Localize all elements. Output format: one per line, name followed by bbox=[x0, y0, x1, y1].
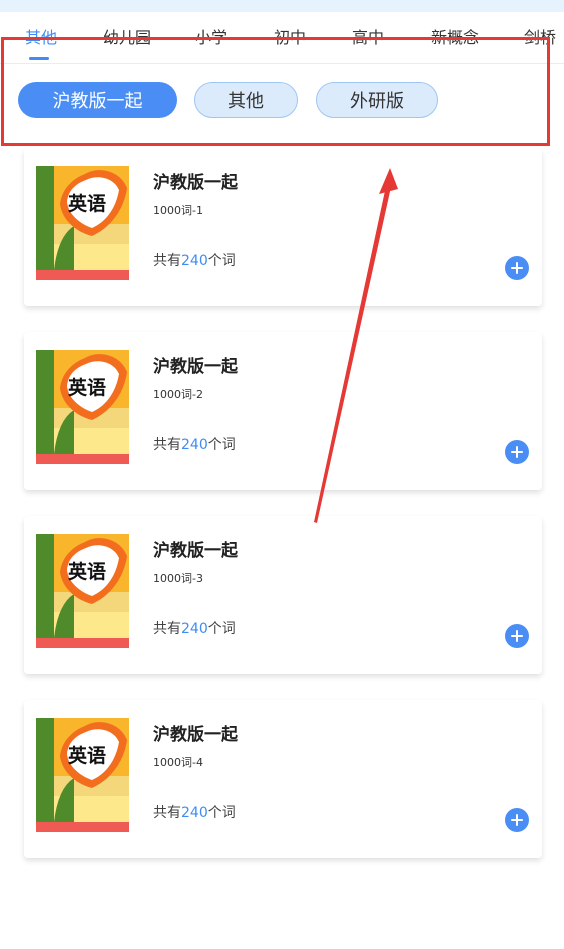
filter-chip-hujiao[interactable]: 沪教版一起 bbox=[18, 82, 177, 118]
category-tabs: 其他 幼儿园 小学 初中 高中 新概念 剑桥 bbox=[0, 12, 564, 64]
svg-text:英语: 英语 bbox=[68, 560, 106, 583]
word-count: 共有240个词 bbox=[153, 805, 236, 821]
svg-text:英语: 英语 bbox=[68, 192, 106, 215]
edition-filter-bar: 沪教版一起 其他 外研版 bbox=[0, 64, 564, 146]
tab-primary[interactable]: 小学 bbox=[195, 24, 227, 48]
book-subtitle: 1000词-2 bbox=[153, 388, 203, 401]
english-book-cover-icon: 英语 bbox=[36, 350, 129, 464]
add-book-button[interactable] bbox=[505, 808, 529, 832]
book-title: 沪教版一起 bbox=[153, 725, 238, 745]
word-count: 共有240个词 bbox=[153, 621, 236, 637]
tab-other[interactable]: 其他 bbox=[25, 24, 57, 48]
english-book-cover-icon: 英语 bbox=[36, 166, 129, 280]
tab-junior-high[interactable]: 初中 bbox=[274, 24, 306, 48]
english-book-cover-icon: 英语 bbox=[36, 718, 129, 832]
active-tab-indicator bbox=[29, 57, 49, 60]
book-card[interactable]: 英语 沪教版一起 1000词-4 共有240个词 bbox=[24, 700, 542, 858]
tab-senior-high[interactable]: 高中 bbox=[352, 24, 384, 48]
filter-chip-waiyan[interactable]: 外研版 bbox=[316, 82, 438, 118]
book-card[interactable]: 英语 沪教版一起 1000词-2 共有240个词 bbox=[24, 332, 542, 490]
add-book-button[interactable] bbox=[505, 440, 529, 464]
book-subtitle: 1000词-1 bbox=[153, 204, 203, 217]
book-card[interactable]: 英语 沪教版一起 1000词-1 共有240个词 bbox=[24, 148, 542, 306]
book-title: 沪教版一起 bbox=[153, 357, 238, 377]
status-bar-strip bbox=[0, 0, 564, 12]
book-title: 沪教版一起 bbox=[153, 173, 238, 193]
book-card[interactable]: 英语 沪教版一起 1000词-3 共有240个词 bbox=[24, 516, 542, 674]
svg-text:英语: 英语 bbox=[68, 376, 106, 399]
book-subtitle: 1000词-4 bbox=[153, 756, 203, 769]
english-book-cover-icon: 英语 bbox=[36, 534, 129, 648]
book-subtitle: 1000词-3 bbox=[153, 572, 203, 585]
book-title: 沪教版一起 bbox=[153, 541, 238, 561]
tab-new-concept[interactable]: 新概念 bbox=[431, 24, 479, 48]
filter-chip-other[interactable]: 其他 bbox=[194, 82, 298, 118]
add-book-button[interactable] bbox=[505, 624, 529, 648]
svg-text:英语: 英语 bbox=[68, 744, 106, 767]
word-count: 共有240个词 bbox=[153, 437, 236, 453]
word-count: 共有240个词 bbox=[153, 253, 236, 269]
tab-cambridge[interactable]: 剑桥 bbox=[524, 24, 556, 48]
tab-kindergarten[interactable]: 幼儿园 bbox=[103, 24, 151, 48]
add-book-button[interactable] bbox=[505, 256, 529, 280]
